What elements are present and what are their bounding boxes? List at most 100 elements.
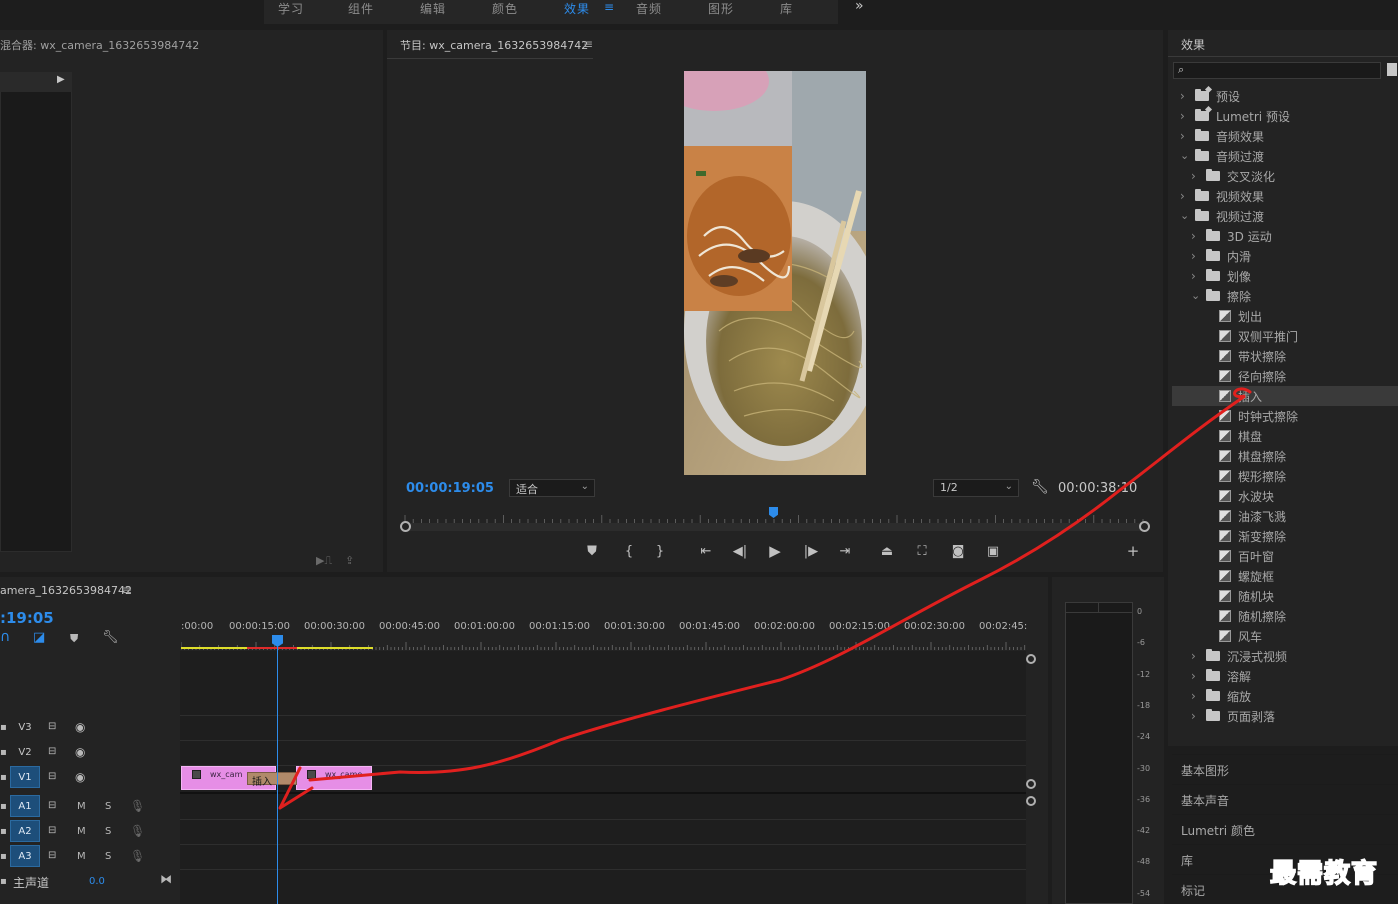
track-label[interactable]: V1 [10, 766, 40, 788]
effects-tree-item[interactable]: › 溶解 [1172, 666, 1398, 686]
clip-right[interactable]: wx_came [296, 766, 372, 790]
effects-tree-item[interactable]: 风车 [1172, 626, 1398, 646]
effects-tree-item[interactable]: 径向擦除 [1172, 366, 1398, 386]
add-marker-icon[interactable]: ⛊ [583, 544, 601, 559]
effects-tree-item[interactable]: › 内滑 [1172, 246, 1398, 266]
effects-tree-item[interactable]: ⌄ 擦除 [1172, 286, 1398, 306]
timeline-marker-icon[interactable]: ⛊ [70, 632, 78, 646]
sync-lock-icon[interactable]: ⊟ [48, 825, 56, 836]
program-current-time[interactable]: 00:00:19:05 [406, 481, 494, 496]
effects-tree-item[interactable]: 划出 [1172, 306, 1398, 326]
effects-tree-item[interactable]: › 预设 [1172, 86, 1398, 106]
solo-button[interactable]: S [105, 801, 111, 812]
chevron-down-icon[interactable]: ⌄ [1191, 289, 1200, 302]
tab-color[interactable]: 颜色 [492, 0, 518, 17]
share-icon[interactable]: ⇪ [345, 554, 354, 567]
mute-button[interactable]: M [77, 826, 86, 837]
effects-tree-item[interactable]: 双侧平推门 [1172, 326, 1398, 346]
extract-icon[interactable]: ⛶ [913, 544, 931, 559]
track-target-icon[interactable]: ▪ [0, 722, 7, 733]
microphone-icon[interactable]: 🎙︎ [130, 849, 145, 863]
effects-tree-item[interactable]: 楔形擦除 [1172, 466, 1398, 486]
effects-tree-item[interactable]: › 交叉淡化 [1172, 166, 1398, 186]
chevron-down-icon[interactable]: ⌄ [1180, 209, 1189, 222]
eye-icon[interactable]: ◉ [75, 770, 85, 784]
track-label[interactable]: V3 [10, 716, 40, 738]
chevron-right-icon[interactable]: › [1191, 689, 1196, 703]
mark-out-icon[interactable]: } [651, 544, 669, 559]
comparison-view-icon[interactable]: ▣ [984, 544, 1002, 559]
step-back-icon[interactable]: ◀| [731, 544, 749, 559]
mute-button[interactable]: M [77, 851, 86, 862]
track-header-a1[interactable]: ▪ A1 ⊟ M S 🎙︎ [0, 795, 180, 819]
chevron-right-icon[interactable]: › [1191, 229, 1196, 243]
sync-lock-icon[interactable]: ⊟ [48, 771, 56, 782]
play-icon[interactable]: ▶ [766, 542, 784, 560]
track-label[interactable]: A3 [10, 845, 40, 867]
effects-tree-item[interactable]: › 视频效果 [1172, 186, 1398, 206]
program-scrub-bar[interactable] [405, 523, 1145, 531]
timeline-current-time[interactable]: :19:05 [0, 609, 54, 627]
tab-learn[interactable]: 学习 [278, 0, 304, 17]
effects-tree-item[interactable]: › Lumetri 预设 [1172, 106, 1398, 126]
chevron-right-icon[interactable]: › [1191, 669, 1196, 683]
track-header-v2[interactable]: ▪ V2 ⊟ ◉ [0, 741, 180, 765]
chevron-right-icon[interactable]: › [1180, 189, 1185, 203]
effects-tree-item[interactable]: 渐变擦除 [1172, 526, 1398, 546]
chevron-right-icon[interactable]: › [1180, 89, 1185, 103]
master-volume-value[interactable]: 0.0 [89, 876, 105, 887]
transition-drop-preview[interactable]: 插入 [247, 772, 297, 788]
new-bin-icon[interactable] [1387, 63, 1397, 76]
timeline-playhead-line[interactable] [277, 646, 278, 904]
sync-lock-icon[interactable]: ⊟ [48, 850, 56, 861]
go-to-out-icon[interactable]: ⇥ [836, 544, 854, 559]
effects-tree-item[interactable]: 棋盘 [1172, 426, 1398, 446]
collapsed-panel-tab[interactable]: Lumetri 颜色 [1172, 814, 1398, 842]
solo-button[interactable]: S [105, 826, 111, 837]
timeline-scroll-handle-mid[interactable] [1026, 779, 1036, 789]
camera-icon[interactable]: ◙ [949, 544, 967, 559]
scrub-in-handle[interactable] [400, 521, 411, 532]
effects-tree-item[interactable]: ⌄ 视频过渡 [1172, 206, 1398, 226]
resolution-dropdown[interactable]: 1/2 ⌄ [933, 479, 1019, 497]
track-header-a2[interactable]: ▪ A2 ⊟ M S 🎙︎ [0, 820, 180, 844]
effects-tree-item[interactable]: 棋盘擦除 [1172, 446, 1398, 466]
track-target-icon[interactable]: ▪ [0, 801, 7, 812]
tab-editing[interactable]: 编辑 [420, 0, 446, 17]
chevron-right-icon[interactable]: › [1180, 109, 1185, 123]
effects-tree-item[interactable]: 时钟式擦除 [1172, 406, 1398, 426]
effects-tree-item[interactable]: 随机块 [1172, 586, 1398, 606]
tab-libraries[interactable]: 库 [780, 0, 793, 17]
chevron-right-icon[interactable]: › [1191, 269, 1196, 283]
linked-selection-icon[interactable]: ◪ [33, 630, 45, 645]
effects-tree-item[interactable]: › 3D 运动 [1172, 226, 1398, 246]
effects-tree-item[interactable]: 油漆飞溅 [1172, 506, 1398, 526]
timeline-menu-icon[interactable]: ≡ [122, 583, 132, 597]
chevron-right-icon[interactable]: › [1191, 649, 1196, 663]
sync-lock-icon[interactable]: ⊟ [48, 746, 56, 757]
track-header-master[interactable]: ▪ 主声道 0.0 ⧓ [0, 872, 180, 896]
track-header-a3[interactable]: ▪ A3 ⊟ M S 🎙︎ [0, 845, 180, 869]
wrench-icon[interactable]: 🔧︎ [1031, 479, 1049, 495]
effects-search-input[interactable]: ⌕ [1173, 62, 1381, 79]
eye-icon[interactable]: ◉ [75, 720, 85, 734]
chevron-right-icon[interactable]: › [1180, 129, 1185, 143]
lift-icon[interactable]: ⏏ [878, 544, 896, 559]
effects-tree-item[interactable]: 水波块 [1172, 486, 1398, 506]
program-menu-icon[interactable]: ≡ [583, 37, 593, 51]
fit-dropdown[interactable]: 适合 ⌄ [509, 479, 595, 497]
track-label[interactable]: A2 [10, 820, 40, 842]
track-header-v1[interactable]: ▪ V1 ⊟ ◉ [0, 766, 180, 790]
effects-tree-item[interactable]: › 缩放 [1172, 686, 1398, 706]
track-target-icon[interactable]: ▪ [0, 851, 7, 862]
mark-in-icon[interactable]: { [620, 544, 638, 559]
effects-tree-item[interactable]: › 页面剥落 [1172, 706, 1398, 726]
collapsed-panel-tab[interactable]: 基本图形 [1172, 754, 1398, 782]
microphone-icon[interactable]: 🎙︎ [130, 799, 145, 813]
tab-graphics[interactable]: 图形 [708, 0, 734, 17]
track-target-icon[interactable]: ▪ [0, 876, 7, 887]
chevron-right-icon[interactable]: › [1191, 249, 1196, 263]
track-target-icon[interactable]: ▪ [0, 772, 7, 783]
tab-effects[interactable]: 效果 [564, 0, 590, 17]
timeline-scroll-handle-low[interactable] [1026, 796, 1036, 806]
